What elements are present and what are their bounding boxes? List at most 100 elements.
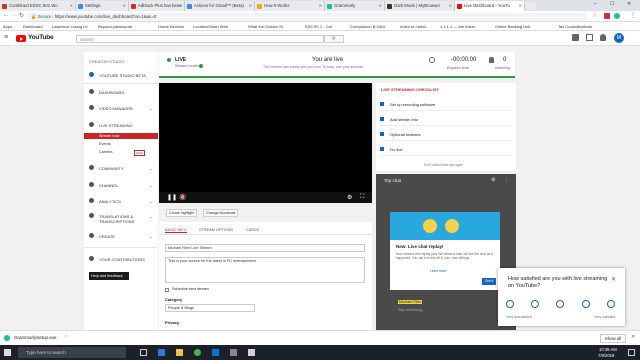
hamburger-menu-icon[interactable]: ≡: [4, 34, 8, 41]
stream-preview-player[interactable]: [159, 83, 372, 203]
chrome-icon[interactable]: [194, 349, 201, 356]
chat-message-input[interactable]: Say something...: [398, 308, 425, 312]
close-icon[interactable]: ✕: [123, 3, 126, 8]
apps-icon[interactable]: [586, 34, 593, 41]
tab-cards[interactable]: CARDS: [246, 228, 259, 232]
star-icon[interactable]: ☆: [592, 12, 597, 19]
sidebar-subitem-stream-now[interactable]: Stream now: [84, 133, 158, 139]
close-icon[interactable]: ✕: [519, 3, 522, 8]
app-icon[interactable]: [248, 349, 255, 356]
browser-tab[interactable]: Actions for Gmail™ (Beta) ✕: [185, 1, 255, 11]
stream-title-input[interactable]: Michael Flinn Live Stream: [165, 244, 365, 252]
forward-icon[interactable]: →: [11, 12, 17, 18]
mail-icon[interactable]: [230, 349, 237, 356]
bookmark[interactable]: LocationSmart Web: [193, 24, 228, 29]
learn-more-link[interactable]: Learn more: [430, 269, 446, 273]
bookmark[interactable]: Tax Considerations: [558, 24, 592, 29]
chevron-up-icon[interactable]: ⌃: [64, 335, 68, 341]
store-icon[interactable]: [212, 349, 219, 356]
bookmark[interactable]: Home Devices: [158, 24, 184, 29]
checklist-item[interactable]: Go live: [380, 144, 512, 156]
very-satisfied-icon[interactable]: [607, 300, 615, 308]
stream-description-input[interactable]: This is your source for the latest in PC…: [165, 257, 365, 283]
windows-start-icon[interactable]: [4, 349, 11, 356]
notifications-center-icon[interactable]: [628, 349, 635, 356]
avatar[interactable]: M: [614, 33, 624, 43]
close-icon[interactable]: ✕: [379, 3, 382, 8]
sidebar-item-label: DASHBOARD: [99, 90, 125, 95]
notifications-icon[interactable]: [600, 34, 606, 41]
maximize-icon[interactable]: ☐: [610, 1, 614, 7]
settings-gear-icon[interactable]: ⚙: [347, 194, 352, 201]
more-icon[interactable]: ⋮: [504, 177, 509, 183]
youtube-logo-icon[interactable]: [16, 35, 26, 42]
back-icon[interactable]: ←: [3, 12, 9, 18]
satisfied-icon[interactable]: [582, 300, 590, 308]
close-icon[interactable]: ✕: [70, 3, 73, 8]
very-dissatisfied-icon[interactable]: [506, 300, 514, 308]
create-highlight-button[interactable]: Create highlight: [166, 209, 198, 217]
grammarly-extension-icon[interactable]: [614, 13, 620, 19]
mute-icon[interactable]: 🔇: [179, 194, 186, 201]
checklist-item[interactable]: Optional features: [380, 129, 512, 141]
task-view-icon[interactable]: [140, 349, 147, 356]
edge-icon[interactable]: [158, 349, 165, 356]
file-explorer-icon[interactable]: [176, 349, 183, 356]
search-input[interactable]: Search: [76, 34, 324, 43]
close-icon[interactable]: ✕: [449, 3, 452, 8]
bookmark[interactable]: Beyond passwords:: [98, 24, 133, 29]
bookmark[interactable]: EDCSS 1 - Cal: [305, 24, 332, 29]
bookmark[interactable]: Apps: [3, 24, 12, 29]
bookmark[interactable]: Comparison B-OAU: [350, 24, 385, 29]
checklist-item[interactable]: Set up encoding software: [380, 99, 512, 111]
browser-tab-active[interactable]: Live Dashboard - YouTu ✕: [455, 1, 525, 11]
address-bar[interactable]: 🔒 Secure | https://www.youtube.com/live_…: [27, 12, 587, 21]
chevron-down-icon: ⌄: [149, 183, 153, 188]
browser-tab[interactable]: Settings ✕: [76, 1, 129, 11]
browser-tab[interactable]: Adblock Plus has been ✕: [129, 1, 185, 11]
pause-icon[interactable]: ❚❚: [167, 194, 177, 201]
dissatisfied-icon[interactable]: [531, 300, 539, 308]
help-feedback-button[interactable]: Help and feedback: [89, 272, 129, 280]
taskbar-search-box[interactable]: Type here to search: [18, 347, 126, 358]
search-button[interactable]: ⚲: [324, 34, 344, 43]
browser-tab[interactable]: Grammarly ✕: [325, 1, 385, 11]
checklist-item[interactable]: Add stream info: [380, 114, 512, 126]
dont-show-tips-link[interactable]: Don't show these tips again: [424, 163, 463, 167]
close-icon[interactable]: ✕: [179, 3, 182, 8]
extension-icon[interactable]: [604, 13, 610, 19]
bookmark[interactable]: What the Golden St: [248, 24, 283, 29]
tab-stream-options[interactable]: STREAM OPTIONS: [199, 228, 233, 232]
settings-gear-icon[interactable]: ⚙: [491, 177, 495, 183]
browser-tab[interactable]: How It Works ✕: [255, 1, 325, 11]
close-icon[interactable]: ✕: [631, 334, 635, 340]
menu-icon[interactable]: ⋮: [630, 12, 636, 19]
reload-icon[interactable]: ↻: [19, 12, 24, 19]
browser-tab[interactable]: Combined EDSC 801 Wo ✕: [0, 1, 76, 11]
close-window-icon[interactable]: ✕: [627, 1, 631, 7]
bookmark[interactable]: Index of /users: [400, 24, 426, 29]
bookmark[interactable]: Dashboard: [23, 24, 43, 29]
fullscreen-icon[interactable]: ⛶: [360, 194, 364, 201]
top-chat-selector[interactable]: Top chat: [384, 178, 401, 183]
show-all-button[interactable]: Show all: [600, 334, 626, 343]
schedule-checkbox[interactable]: [165, 288, 169, 292]
upload-icon[interactable]: [572, 34, 579, 41]
got-it-button[interactable]: Got it: [482, 278, 496, 285]
bookmark[interactable]: 1.1.1.1 — the Intern: [440, 24, 475, 29]
bookmark[interactable]: Online Banking Unit: [495, 24, 530, 29]
browser-tab[interactable]: Dark Mode | MyBrowser ✕: [385, 1, 455, 11]
neutral-icon[interactable]: [556, 300, 564, 308]
change-thumbnail-button[interactable]: Change thumbnail: [203, 209, 239, 217]
youtube-logo-text[interactable]: YouTube: [28, 34, 54, 41]
bookmark[interactable]: Lawrence Lessig Le: [52, 24, 88, 29]
close-icon[interactable]: ✕: [319, 3, 322, 8]
close-icon[interactable]: ✕: [611, 276, 616, 283]
tab-basic-info[interactable]: BASIC INFO: [165, 228, 187, 233]
category-select[interactable]: People & Blogs: [165, 304, 255, 312]
minimize-icon[interactable]: –: [594, 1, 597, 7]
reel-icon: [445, 219, 459, 233]
new-tab-button[interactable]: [524, 2, 538, 10]
download-file-name[interactable]: GrammarlySetup.exe: [14, 335, 57, 340]
close-icon[interactable]: ✕: [249, 3, 252, 8]
